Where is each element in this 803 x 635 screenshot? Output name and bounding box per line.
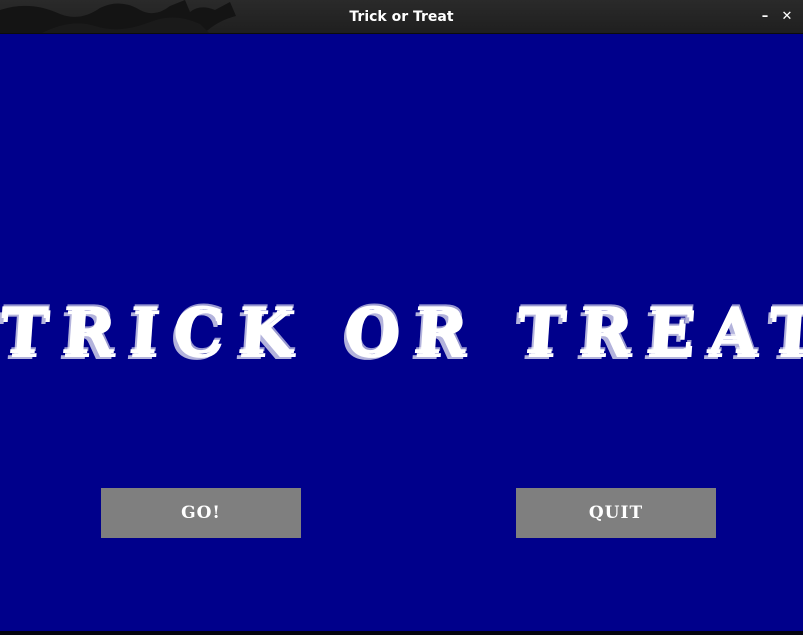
bottom-edge [0, 631, 803, 635]
go-button[interactable]: GO! [101, 488, 301, 538]
app-window: Trick or Treat – ✕ TRICK OR TREAT GO! QU… [0, 0, 803, 635]
close-icon[interactable]: ✕ [779, 8, 795, 26]
quit-button[interactable]: QUIT [516, 488, 716, 538]
window-title: Trick or Treat [349, 9, 454, 25]
minimize-icon[interactable]: – [757, 8, 773, 26]
game-title: TRICK OR TREAT [0, 294, 803, 369]
title-bar[interactable]: Trick or Treat – ✕ [0, 0, 803, 34]
game-canvas: TRICK OR TREAT GO! QUIT [0, 34, 803, 635]
